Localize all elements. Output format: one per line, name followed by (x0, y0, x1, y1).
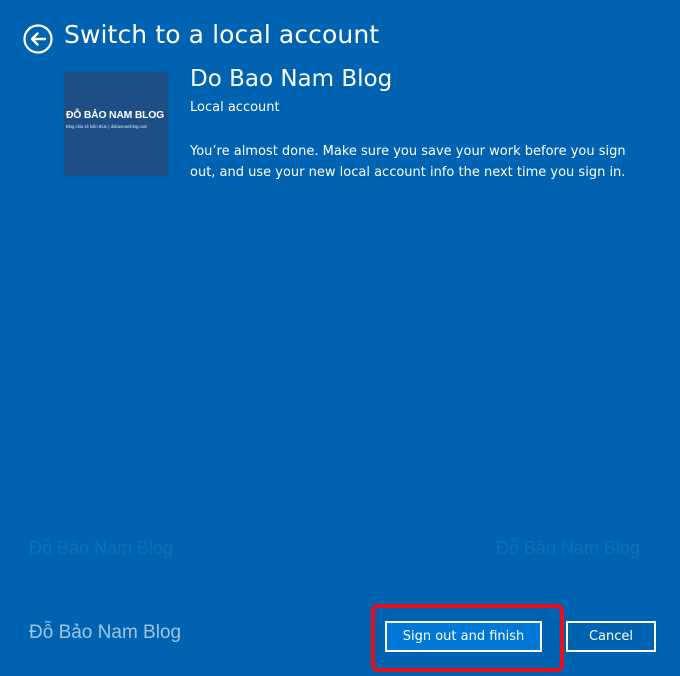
back-arrow-icon (23, 24, 53, 54)
sign-out-and-finish-button[interactable]: Sign out and finish (385, 621, 542, 652)
footer-brand: Đỗ Bảo Nam Blog (29, 622, 182, 643)
back-button[interactable] (23, 24, 53, 54)
avatar-tagline: Blog chia sẻ kiến thức | dobaonamblog.co… (66, 124, 148, 129)
account-type: Local account (190, 100, 280, 115)
page-title: Switch to a local account (64, 20, 380, 49)
watermark-left: Đỗ Bảo Nam Blog (29, 538, 174, 558)
avatar-logo-prefix: ĐỖ BẢO NAM (66, 110, 133, 121)
instruction-message: You’re almost done. Make sure you save y… (190, 144, 626, 180)
avatar-logo-suffix: BLOG (134, 110, 165, 121)
avatar-logo: ĐỖ BẢO NAM BLOG (66, 110, 166, 121)
cancel-button[interactable]: Cancel (566, 621, 656, 652)
account-name: Do Bao Nam Blog (190, 66, 393, 92)
watermark-right: Đỗ Bảo Nam Blog (496, 538, 641, 558)
avatar: ĐỖ BẢO NAM BLOG Blog chia sẻ kiến thức |… (64, 72, 168, 176)
